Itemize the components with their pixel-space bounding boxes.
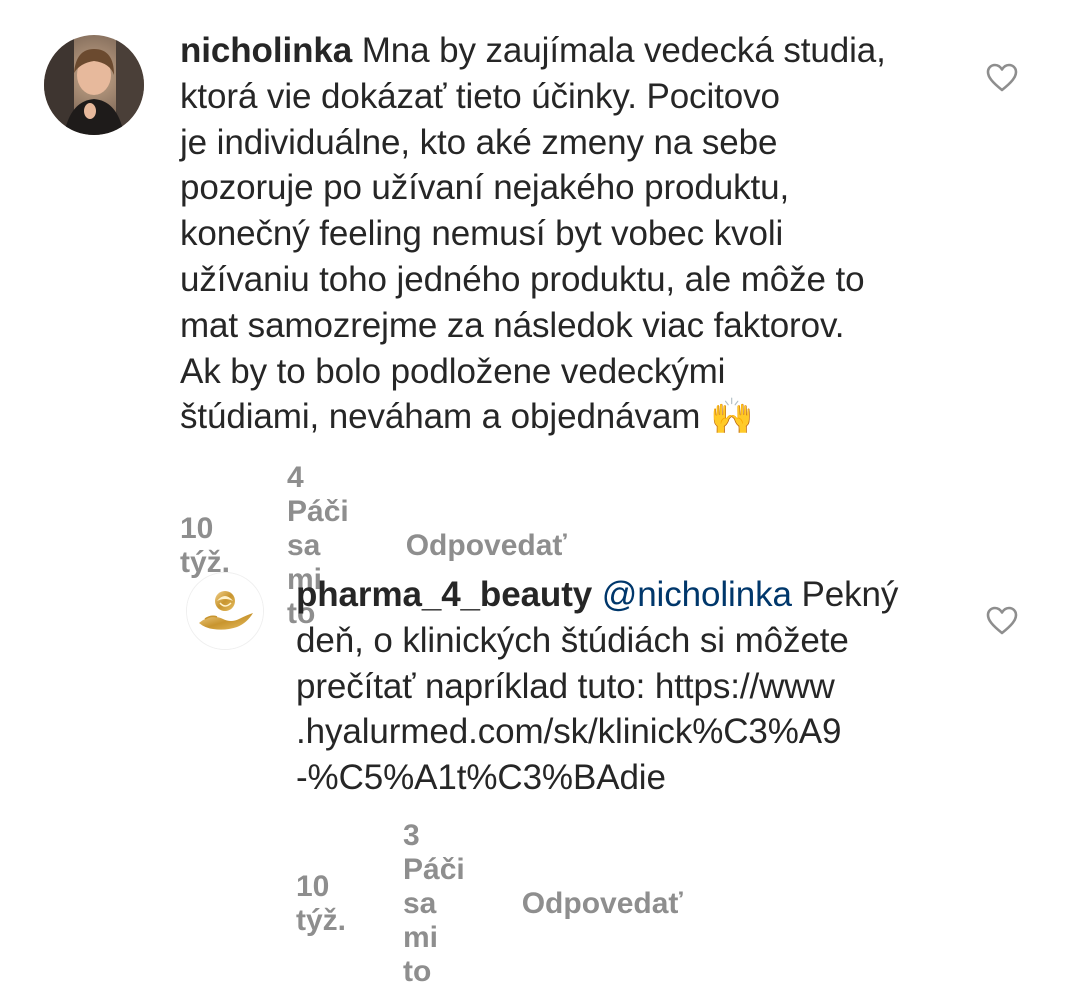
heart-outline-icon[interactable] bbox=[986, 63, 1018, 93]
comment-username[interactable]: pharma_4_beauty bbox=[296, 575, 592, 614]
comment-username[interactable]: nicholinka bbox=[180, 31, 352, 70]
avatar-nicholinka[interactable] bbox=[44, 35, 144, 135]
comment-meta: 10 týž. 3 Páči sa mi to Odpovedať bbox=[296, 819, 683, 989]
mention-link[interactable]: @nicholinka bbox=[602, 575, 792, 614]
comment-text: Mna by zaujímala vedecká studia, ktorá v… bbox=[180, 31, 886, 437]
profile-photo-icon bbox=[44, 35, 144, 135]
heart-outline-icon[interactable] bbox=[986, 606, 1018, 636]
comment-time: 10 týž. bbox=[296, 870, 347, 937]
comment-body: pharma_4_beauty @nicholinka Pekný deň, o… bbox=[296, 572, 956, 801]
reply-button[interactable]: Odpovedať bbox=[406, 529, 567, 563]
gold-rose-hands-logo-icon bbox=[187, 573, 263, 649]
reply-button[interactable]: Odpovedať bbox=[522, 887, 683, 921]
avatar-pharma-4-beauty[interactable] bbox=[186, 572, 264, 650]
comment-body: nicholinka Mna by zaujímala vedecká stud… bbox=[180, 28, 970, 440]
likes-count-link[interactable]: 3 Páči sa mi to bbox=[403, 819, 465, 989]
comment-time: 10 týž. bbox=[180, 512, 231, 579]
